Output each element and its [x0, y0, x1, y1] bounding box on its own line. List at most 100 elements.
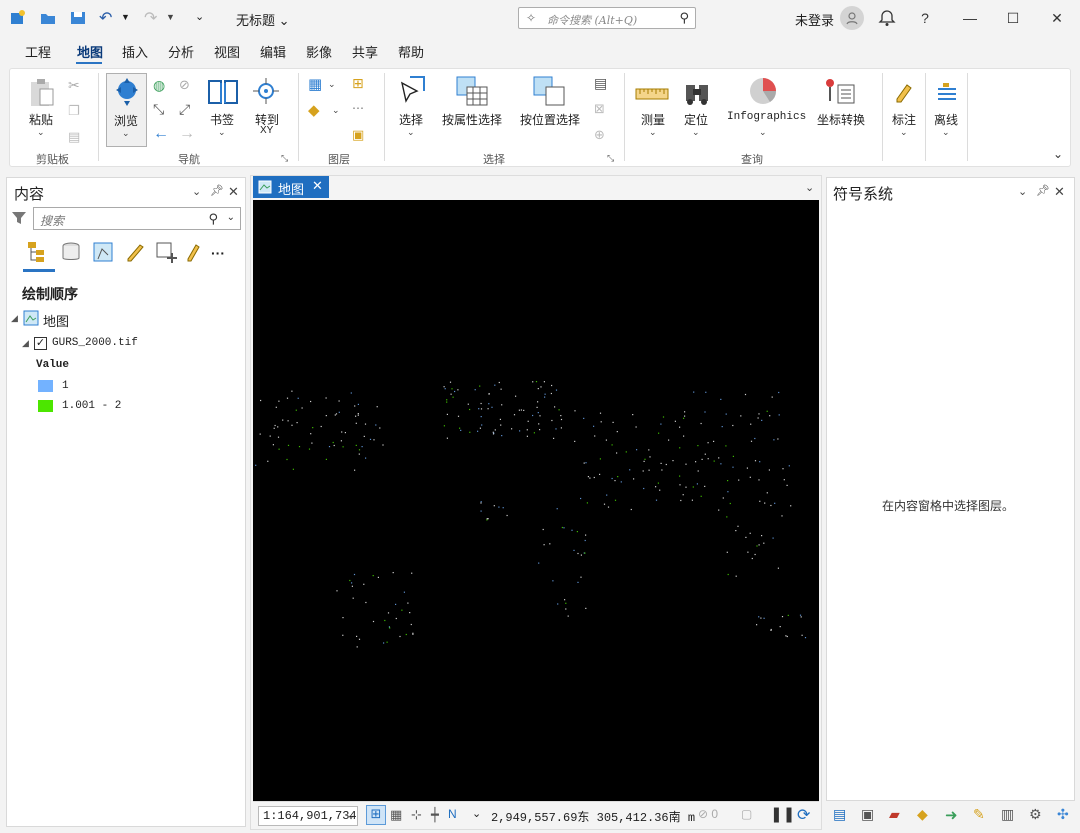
add-data-icon[interactable]: ◆ [308, 101, 326, 119]
close-tab-icon[interactable]: ✕ [312, 178, 323, 194]
bookmarks-icon[interactable] [207, 77, 239, 107]
modify-features-icon[interactable]: ⚙ [1029, 806, 1047, 824]
export-icon[interactable]: ➜ [945, 806, 963, 824]
view-options-icon[interactable]: ⌄ [805, 181, 814, 194]
close-button[interactable]: ✕ [1045, 6, 1069, 30]
pane-options-icon[interactable]: ⌄ [192, 185, 201, 198]
tab-share[interactable]: 共享 [352, 42, 378, 61]
select-by-location-button[interactable]: 按位置选择 [520, 111, 580, 128]
sign-in-label[interactable]: 未登录 [795, 10, 834, 29]
basemap-icon[interactable]: ▦ [308, 75, 326, 93]
pin-icon[interactable]: 📌︎ [1036, 184, 1050, 197]
offline-button[interactable]: 离线 [934, 111, 958, 128]
navigate-dialog-launcher-icon[interactable]: ⤡ [281, 153, 288, 164]
map-canvas[interactable] [243, 200, 819, 801]
convert-coordinates-icon[interactable] [822, 77, 856, 107]
selection-dialog-launcher-icon[interactable]: ⤡ [607, 153, 614, 164]
list-by-data-source-icon[interactable] [60, 241, 82, 263]
north-arrow-icon[interactable]: N [448, 807, 457, 821]
legend-swatch[interactable] [38, 400, 53, 412]
save-project-icon[interactable] [69, 9, 87, 27]
layer-visibility-checkbox[interactable]: ✓ [34, 337, 47, 350]
paste-icon[interactable] [28, 77, 56, 109]
select-by-location-icon[interactable] [532, 75, 566, 107]
tab-analysis[interactable]: 分析 [168, 42, 194, 61]
close-pane-icon[interactable]: ✕ [1054, 184, 1065, 200]
paste-dropdown-icon[interactable]: ⌄ [37, 127, 45, 138]
fixed-zoom-in-icon[interactable]: ⤡ [153, 101, 171, 119]
expand-map-icon[interactable]: ◢ [11, 313, 18, 324]
command-search-input[interactable]: ✧ 命令搜索 (Alt+Q) ⚲ [518, 7, 696, 29]
constraints-icon[interactable]: ┿ [431, 807, 439, 823]
list-by-selection-icon[interactable] [92, 241, 114, 263]
tab-help[interactable]: 帮助 [398, 42, 424, 61]
open-project-icon[interactable] [39, 9, 57, 27]
pause-drawing-icon[interactable]: ❚❚ [770, 805, 795, 823]
clear-selection-icon[interactable]: ⊠ [594, 101, 612, 119]
select-by-attributes-button[interactable]: 按属性选择 [442, 111, 502, 128]
convert-coordinates-button[interactable]: 坐标转换 [817, 111, 865, 128]
search-icon[interactable]: ⚲ [208, 211, 218, 227]
avatar[interactable] [840, 6, 864, 30]
customize-toolbar-icon[interactable]: ⌄ [195, 10, 204, 23]
document-title[interactable]: 无标题 ⌄ [236, 10, 290, 29]
previous-extent-icon[interactable]: ⊘ [179, 77, 197, 95]
infographics-button[interactable]: Infographics [727, 111, 806, 123]
create-features-icon[interactable]: ◆ [917, 806, 935, 824]
undo-dropdown-icon[interactable]: ▼ [121, 12, 130, 22]
add-layer-icon[interactable]: ⊞ [352, 75, 370, 93]
history-icon[interactable]: ▣ [861, 806, 879, 824]
add-preset-icon[interactable]: ▣ [352, 127, 370, 145]
contents-search-input[interactable]: 搜索 ⚲ ⌄ [33, 207, 241, 230]
navigation-dropdown-icon[interactable]: ⌄ [472, 807, 481, 820]
search-icon[interactable]: ⚲ [679, 10, 689, 26]
redo-dropdown-icon[interactable]: ▼ [166, 12, 175, 22]
fixed-zoom-out-icon[interactable]: ⤢ [179, 101, 197, 119]
infographics-icon[interactable] [746, 75, 780, 107]
bookmarks-button[interactable]: 书签 [210, 111, 234, 128]
geoprocessing-icon[interactable]: ▰ [889, 806, 907, 824]
snapping-icon[interactable]: ⊹ [411, 807, 422, 823]
grid-icon[interactable]: ▦ [390, 807, 402, 823]
minimize-button[interactable]: — [958, 6, 982, 30]
filter-icon[interactable] [11, 210, 27, 226]
expand-layer-icon[interactable]: ◢ [22, 338, 29, 349]
tab-insert[interactable]: 插入 [122, 42, 148, 61]
attributes-pane-icon[interactable]: ▥ [1001, 806, 1019, 824]
copy-icon[interactable]: ❐ [68, 103, 86, 121]
list-by-drawing-order-icon[interactable] [26, 240, 52, 264]
selected-features-icon[interactable]: ⊘ 0 [698, 807, 718, 821]
more-options-icon[interactable]: ··· [211, 245, 225, 261]
xy-table-icon[interactable]: ⋯ [352, 101, 370, 119]
tab-map-view[interactable]: 地图 ✕ [253, 176, 329, 198]
tab-view[interactable]: 视图 [214, 42, 240, 61]
catalog-icon[interactable]: ▤ [833, 806, 851, 824]
forward-icon[interactable]: → [179, 125, 197, 143]
collapse-ribbon-icon[interactable]: ⌄ [1053, 147, 1063, 161]
list-by-labeling-icon[interactable] [186, 241, 200, 263]
paste-button[interactable]: 粘贴 [29, 111, 53, 128]
refresh-icon[interactable]: ⟳ [797, 805, 810, 825]
maximize-button[interactable]: ☐ [1001, 6, 1025, 30]
cut-icon[interactable]: ✂ [68, 77, 86, 95]
select-button[interactable]: 选择 [399, 111, 423, 128]
scale-dropdown-icon[interactable]: ⌄ [348, 810, 354, 822]
search-dropdown-icon[interactable]: ⌄ [227, 212, 235, 223]
attributes-icon[interactable]: ▤ [594, 75, 612, 93]
grid-snap-icon[interactable]: ⊞ [366, 805, 386, 825]
select-by-attributes-icon[interactable] [455, 75, 489, 107]
copy-path-icon[interactable]: ▤ [68, 129, 86, 147]
list-by-snapping-icon[interactable] [155, 241, 179, 265]
list-by-editing-icon[interactable] [124, 241, 146, 263]
labeling-button[interactable]: 标注 [892, 111, 916, 128]
map-item[interactable]: 地图 [43, 311, 69, 330]
new-project-icon[interactable] [9, 9, 27, 27]
help-icon[interactable]: ? [913, 6, 937, 30]
tab-map[interactable]: 地图 [77, 42, 103, 61]
pin-icon[interactable]: 📌︎ [210, 184, 224, 197]
zoom-to-selection-icon[interactable]: ⊕ [594, 127, 612, 145]
tab-edit[interactable]: 编辑 [260, 42, 286, 61]
legend-swatch[interactable] [38, 380, 53, 392]
select-icon[interactable] [396, 75, 428, 107]
full-extent-icon[interactable]: ◍ [153, 77, 171, 95]
